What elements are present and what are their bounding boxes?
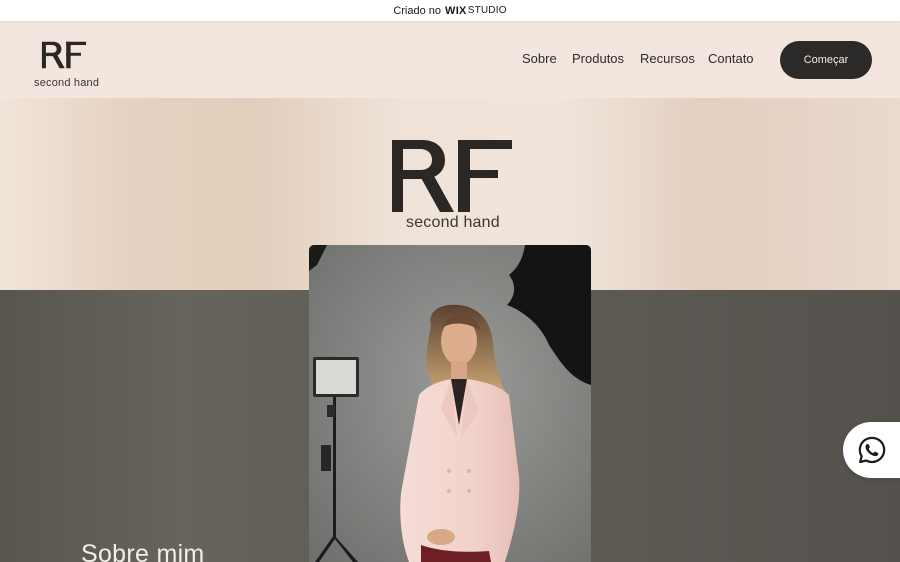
- hero-logo: second hand: [390, 138, 514, 231]
- portrait-photo: [309, 245, 591, 562]
- site-header: second hand Sobre Produtos Recursos Cont…: [0, 21, 900, 98]
- hero-logo-tagline: second hand: [406, 214, 500, 231]
- whatsapp-button[interactable]: [843, 422, 900, 478]
- studio-wordmark: STUDIO: [467, 5, 507, 16]
- wix-wordmark: WIX: [445, 4, 467, 17]
- about-heading: Sobre mim: [81, 540, 205, 562]
- banner-prefix: Criado no: [393, 4, 442, 17]
- nav-link-recursos[interactable]: Recursos: [640, 51, 695, 66]
- rf-monogram-icon: [41, 41, 87, 69]
- nav-link-sobre[interactable]: Sobre: [522, 51, 557, 66]
- wix-studio-logo[interactable]: WIX STUDIO: [445, 5, 507, 17]
- wix-studio-banner[interactable]: Criado no WIX STUDIO: [0, 0, 900, 21]
- comecar-button[interactable]: Começar: [780, 41, 872, 79]
- nav-link-contato[interactable]: Contato: [708, 51, 754, 66]
- whatsapp-icon: [858, 436, 885, 464]
- header-logo-tagline: second hand: [34, 77, 100, 89]
- nav-link-produtos[interactable]: Produtos: [572, 51, 624, 66]
- rf-monogram-large-icon: [392, 140, 512, 212]
- portrait-image: [309, 245, 591, 562]
- header-logo[interactable]: second hand: [34, 41, 100, 91]
